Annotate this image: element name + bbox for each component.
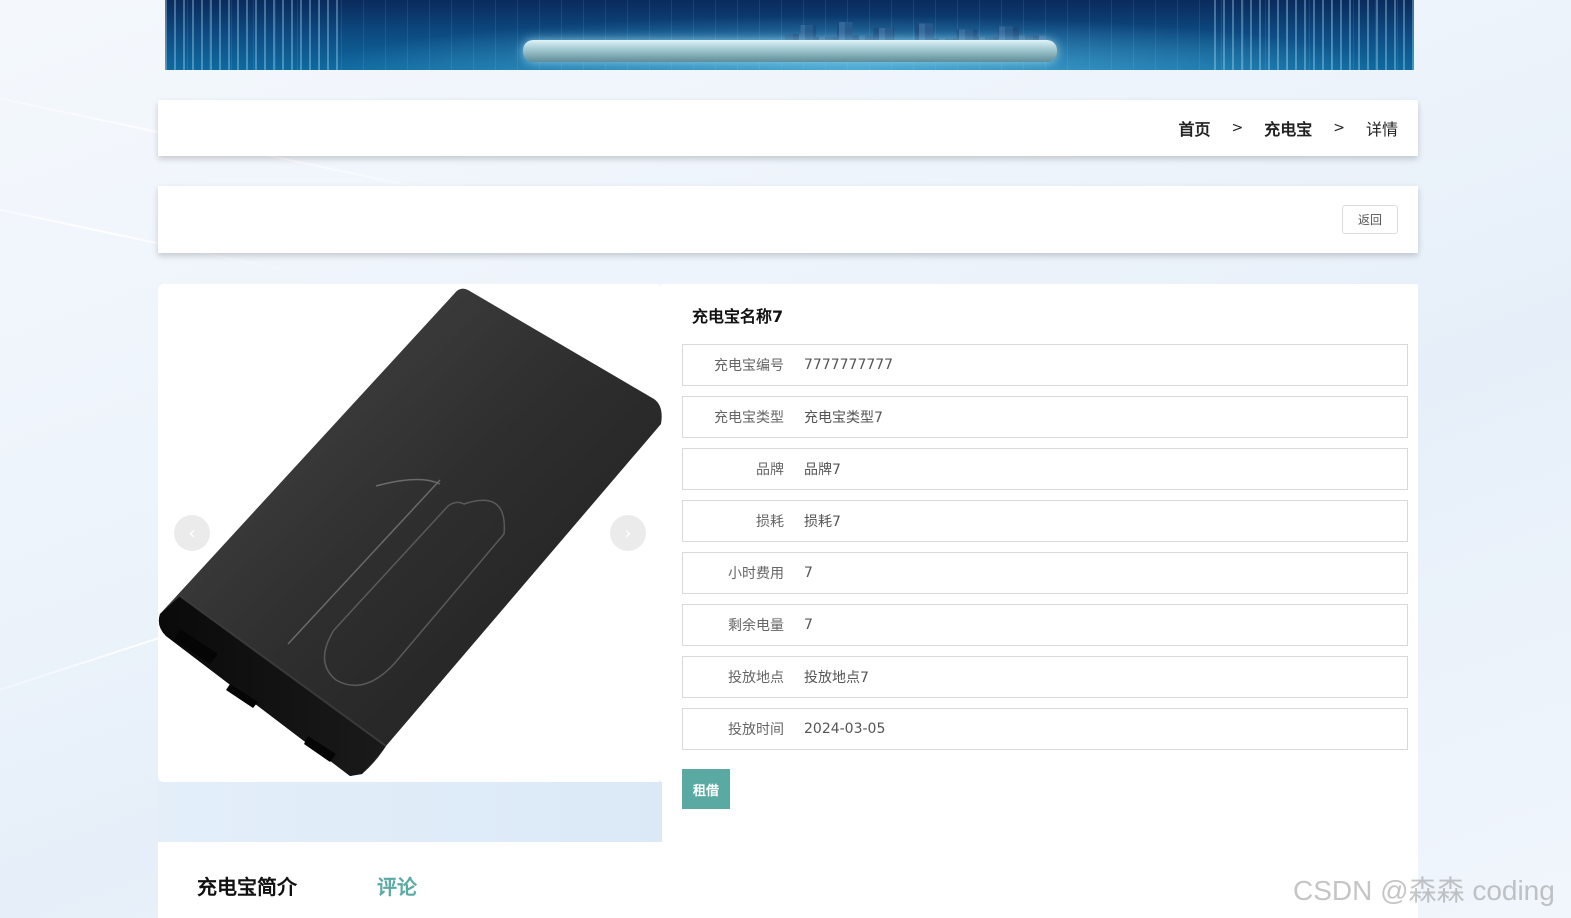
field-label: 投放时间 [728, 722, 784, 738]
field-label: 剩余电量 [728, 618, 784, 634]
field-row-remaining-charge: 剩余电量 7 [682, 604, 1408, 646]
rent-button[interactable]: 租借 [682, 769, 730, 809]
carousel-prev-button[interactable]: ‹ [174, 515, 210, 551]
field-value: 7 [804, 565, 813, 581]
field-value: 2024-03-05 [804, 721, 886, 737]
watermark: CSDN @森森 coding [1293, 875, 1555, 906]
product-image-carousel: ‹ › [158, 284, 662, 782]
breadcrumb-section-link[interactable]: 充电宝 [1264, 116, 1312, 140]
banner-light-lines [165, 0, 345, 70]
breadcrumb-separator: > [1333, 120, 1345, 136]
carousel-next-button[interactable]: › [610, 515, 646, 551]
field-row-code: 充电宝编号 7777777777 [682, 344, 1408, 386]
field-label: 品牌 [756, 462, 784, 478]
banner-light-lines [1214, 0, 1414, 70]
field-label: 小时费用 [728, 566, 784, 582]
field-row-date: 投放时间 2024-03-05 [682, 708, 1408, 750]
field-row-location: 投放地点 投放地点7 [682, 656, 1408, 698]
field-label: 充电宝类型 [714, 410, 784, 426]
breadcrumb-home-link[interactable]: 首页 [1178, 116, 1210, 140]
field-label: 投放地点 [728, 670, 784, 686]
product-image-powerbank [158, 288, 662, 776]
field-row-type: 充电宝类型 充电宝类型7 [682, 396, 1408, 438]
field-value: 7 [804, 617, 813, 633]
field-value: 7777777777 [804, 357, 894, 373]
field-row-hourly-fee: 小时费用 7 [682, 552, 1408, 594]
field-value: 充电宝类型7 [804, 410, 883, 426]
back-button[interactable]: 返回 [1342, 205, 1398, 234]
tab-comments[interactable]: 评论 [377, 871, 417, 900]
field-label: 损耗 [756, 514, 784, 530]
breadcrumb: 首页 > 充电宝 > 详情 [1178, 100, 1398, 156]
product-name: 充电宝名称7 [692, 307, 784, 326]
field-value: 品牌7 [804, 462, 841, 478]
breadcrumb-current: 详情 [1365, 120, 1398, 139]
field-row-wear: 损耗 损耗7 [682, 500, 1408, 542]
field-value: 投放地点7 [804, 670, 869, 686]
field-label: 充电宝编号 [714, 358, 784, 374]
image-panel-shadow [158, 782, 662, 842]
field-row-brand: 品牌 品牌7 [682, 448, 1408, 490]
breadcrumb-bar: 首页 > 充电宝 > 详情 [158, 100, 1418, 156]
action-bar: 返回 [158, 186, 1418, 253]
breadcrumb-separator: > [1231, 120, 1244, 136]
banner-phone-image [523, 40, 1057, 62]
tab-intro[interactable]: 充电宝简介 [197, 871, 297, 900]
field-value: 损耗7 [804, 514, 841, 530]
top-banner [165, 0, 1414, 70]
